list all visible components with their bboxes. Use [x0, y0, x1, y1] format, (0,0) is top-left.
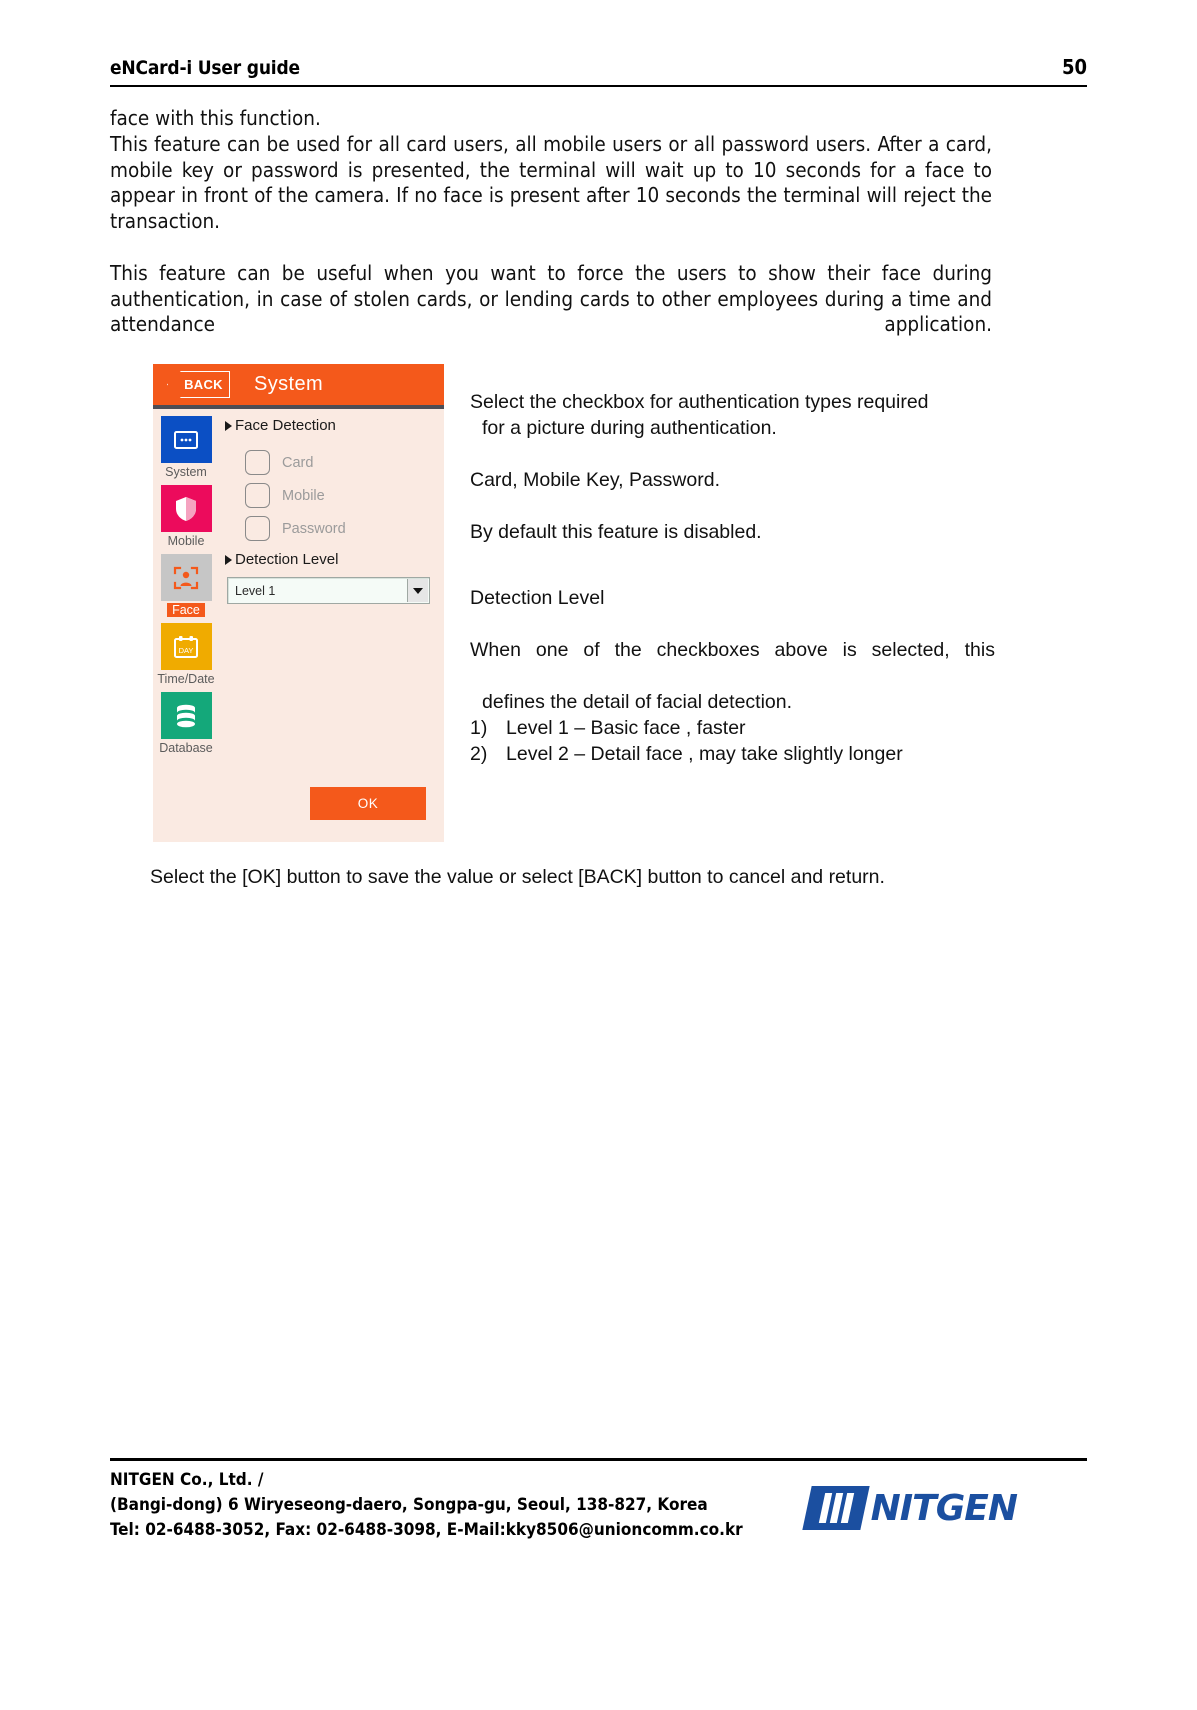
sidebar-label-face: Face [167, 603, 205, 617]
note-line-1a: Select the checkbox for authentication t… [470, 391, 929, 413]
section-face-detection-label: Face Detection [235, 417, 336, 434]
nitgen-logo-text: NITGEN [870, 1487, 1018, 1529]
back-button[interactable]: BACK [167, 371, 230, 398]
footer-line-3: Tel: 02-6488-3052, Fax: 02-6488-3098, E-… [110, 1520, 743, 1540]
body-paragraph-1: face with this function. [110, 106, 321, 130]
back-button-label: BACK [184, 377, 223, 392]
document-title: eNCard-i User guide [110, 57, 300, 79]
section-detection-level: Detection Level [225, 551, 444, 568]
checkbox-label-card: Card [282, 454, 314, 471]
list-item-number: 2) [470, 743, 488, 765]
footer-divider [110, 1458, 1087, 1461]
checkbox-password[interactable] [245, 516, 270, 541]
footer-line-2: (Bangi-dong) 6 Wiryeseong-daero, Songpa-… [110, 1495, 708, 1515]
note-line-2: Card, Mobile Key, Password. [470, 469, 720, 491]
note-line-5b: defines the detail of facial detection. [482, 691, 793, 713]
database-icon [160, 692, 212, 739]
face-detection-checkbox-group: Card Mobile Password [245, 450, 444, 541]
sidebar-item-system[interactable]: System [153, 416, 219, 483]
list-item-text: Level 1 – Basic face , faster [506, 717, 746, 739]
chevron-down-icon[interactable] [407, 579, 428, 602]
device-screenshot: BACK System System Mobile Face DAY Time/… [153, 364, 444, 842]
note-line-5a: When one of the checkboxes above is sele… [470, 639, 995, 661]
triangle-right-icon [225, 554, 232, 565]
checkbox-card[interactable] [245, 450, 270, 475]
figure-caption: Select the [OK] button to save the value… [150, 866, 885, 888]
shield-icon [160, 485, 212, 532]
nitgen-logo-mark-icon [801, 1486, 870, 1530]
sidebar-label-system: System [165, 465, 207, 479]
sidebar-label-mobile: Mobile [167, 534, 205, 548]
list-item: 1) Level 1 – Basic face , faster [470, 715, 995, 741]
body-paragraph-2: This feature can be used for all card us… [110, 131, 992, 234]
sidebar-label-time-date: Time/Date [157, 672, 215, 686]
card-reader-icon [160, 416, 212, 463]
sidebar-item-face[interactable]: Face [153, 554, 219, 621]
body-text: face with this function. This feature ca… [110, 106, 992, 364]
sidebar-item-time-date[interactable]: DAY Time/Date [153, 623, 219, 690]
note-line-4: Detection Level [470, 587, 605, 609]
list-item-number: 1) [470, 717, 488, 739]
svg-text:DAY: DAY [179, 646, 194, 655]
checkbox-label-password: Password [282, 520, 346, 537]
face-detect-icon [160, 554, 212, 601]
sidebar-item-database[interactable]: Database [153, 692, 219, 759]
footer-line-1: NITGEN Co., Ltd. / [110, 1470, 264, 1490]
checkbox-row-password[interactable]: Password [245, 516, 444, 541]
page-footer: NITGEN Co., Ltd. / (Bangi-dong) 6 Wiryes… [110, 1468, 1087, 1543]
section-detection-level-label: Detection Level [235, 551, 339, 568]
checkbox-mobile[interactable] [245, 483, 270, 508]
calendar-icon: DAY [160, 623, 212, 670]
ok-button-label: OK [357, 796, 379, 811]
header-divider [110, 85, 1087, 87]
section-face-detection: Face Detection [225, 417, 444, 434]
detection-level-list: 1) Level 1 – Basic face , faster 2) Leve… [470, 715, 995, 767]
list-item-text: Level 2 – Detail face , may take slightl… [506, 743, 903, 765]
annotation-notes: Select the checkbox for authentication t… [470, 389, 995, 767]
device-body: System Mobile Face DAY Time/Date Databas… [153, 409, 444, 842]
device-content: Face Detection Card Mobile Password Dete… [219, 409, 444, 842]
checkbox-label-mobile: Mobile [282, 487, 325, 504]
triangle-right-icon [225, 420, 232, 431]
ok-button[interactable]: OK [310, 787, 426, 820]
note-line-3: By default this feature is disabled. [470, 521, 762, 543]
detection-level-value: Level 1 [235, 583, 276, 598]
document-page: eNCard-i User guide 50 face with this fu… [0, 0, 1197, 1710]
nitgen-logo: NITGEN [801, 1486, 1018, 1530]
body-paragraph-3: This feature can be useful when you want… [110, 260, 992, 337]
device-header: BACK System [153, 364, 444, 405]
sidebar-label-database: Database [159, 741, 213, 755]
detection-level-select[interactable]: Level 1 [227, 577, 430, 604]
device-sidebar: System Mobile Face DAY Time/Date Databas… [153, 409, 219, 842]
list-item: 2) Level 2 – Detail face , may take slig… [470, 741, 995, 767]
page-number: 50 [1061, 55, 1087, 79]
note-line-1b: for a picture during authentication. [482, 417, 777, 439]
sidebar-item-mobile[interactable]: Mobile [153, 485, 219, 552]
checkbox-row-mobile[interactable]: Mobile [245, 483, 444, 508]
page-header: eNCard-i User guide 50 [110, 55, 1087, 79]
footer-address: NITGEN Co., Ltd. / (Bangi-dong) 6 Wiryes… [110, 1468, 743, 1543]
checkbox-row-card[interactable]: Card [245, 450, 444, 475]
